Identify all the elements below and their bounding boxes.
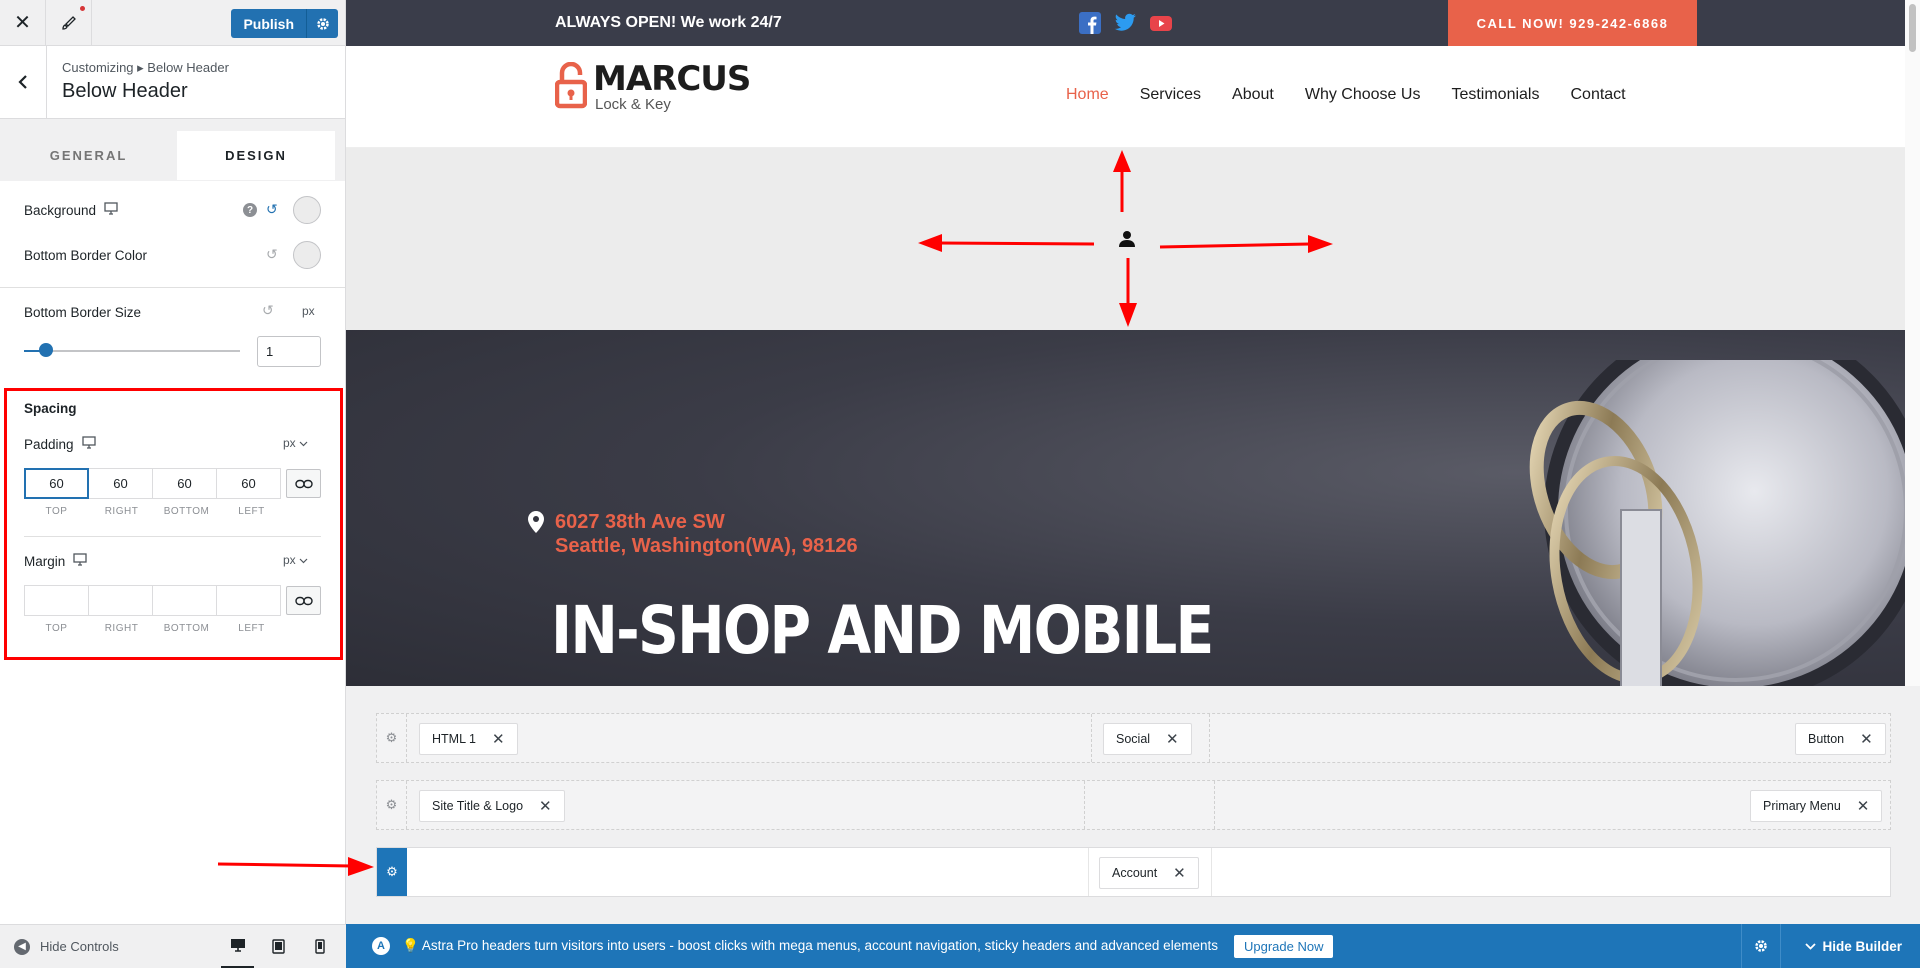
builder-row-below-header[interactable]: ⚙ Account ✕ [376, 847, 1891, 897]
map-pin-icon [528, 511, 544, 533]
nav-why-choose-us[interactable]: Why Choose Us [1305, 86, 1421, 104]
topbar-text: ALWAYS OPEN! We work 24/7 [555, 14, 782, 31]
youtube-icon[interactable] [1149, 12, 1173, 34]
hero-banner: 6027 38th Ave SW Seattle, Washington(WA)… [346, 330, 1905, 686]
builder-row-above-header[interactable]: ⚙ HTML 1 ✕ Social ✕ Button ✕ [376, 713, 1891, 763]
nav-about[interactable]: About [1232, 86, 1274, 104]
bottom-border-color-label: Bottom Border Color [24, 247, 148, 263]
builder-chip-account[interactable]: Account ✕ [1099, 857, 1199, 889]
user-account-icon[interactable] [1118, 230, 1136, 248]
builder-settings-gear-icon[interactable] [1741, 924, 1781, 968]
upgrade-now-button[interactable]: Upgrade Now [1233, 934, 1334, 958]
remove-icon[interactable]: ✕ [1857, 797, 1870, 815]
background-row: Background ? ↺ [24, 196, 321, 224]
builder-chip-html-1[interactable]: HTML 1 ✕ [419, 723, 518, 755]
builder-chip-button[interactable]: Button ✕ [1795, 723, 1886, 755]
padlock-icon [555, 62, 587, 109]
border-size-slider-track[interactable] [24, 350, 240, 352]
padding-top-input[interactable]: 60 [24, 468, 89, 499]
builder-chip-social[interactable]: Social ✕ [1103, 723, 1192, 755]
tablet-icon[interactable] [262, 925, 295, 968]
social-icons [1079, 12, 1173, 34]
key-lock-image [1529, 360, 1905, 686]
background-color-swatch[interactable] [293, 196, 321, 224]
hide-builder-button[interactable]: Hide Builder [1805, 939, 1902, 954]
border-size-input[interactable]: 1 [257, 336, 321, 367]
desktop-icon[interactable] [221, 925, 254, 968]
bottom-border-size-row: Bottom Border Size ↺ px [24, 302, 321, 322]
border-size-slider-handle[interactable] [39, 343, 53, 357]
site-topbar: ALWAYS OPEN! We work 24/7 CALL NOW! 929-… [346, 0, 1905, 46]
remove-icon[interactable]: ✕ [492, 730, 505, 748]
remove-icon[interactable]: ✕ [1166, 730, 1179, 748]
nav-services[interactable]: Services [1140, 86, 1201, 104]
logo-title: MARCUS [593, 59, 751, 99]
nav-home[interactable]: Home [1066, 86, 1109, 104]
reset-icon[interactable]: ↺ [266, 201, 278, 218]
nav-testimonials[interactable]: Testimonials [1451, 86, 1539, 104]
hero-title: IN-SHOP AND MOBILE [551, 592, 1214, 669]
site-header: MARCUS Lock & Key Home Services About Wh… [346, 46, 1905, 148]
background-label: Background [24, 202, 97, 218]
below-header-section[interactable] [346, 148, 1905, 330]
design-panel: Background ? ↺ Bottom Border Color ↺ Bot… [0, 0, 345, 924]
astra-logo-icon: A [372, 937, 390, 955]
nav-contact[interactable]: Contact [1570, 86, 1625, 104]
bottom-border-color-swatch[interactable] [293, 241, 321, 269]
remove-icon[interactable]: ✕ [1860, 730, 1873, 748]
twitter-icon[interactable] [1113, 12, 1137, 34]
shop-address: 6027 38th Ave SW Seattle, Washington(WA)… [527, 510, 858, 558]
builder-row-primary-header[interactable]: ⚙ Site Title & Logo ✕ Primary Menu ✕ [376, 780, 1891, 830]
scroll-thumb[interactable] [1909, 4, 1916, 52]
reset-icon[interactable]: ↺ [262, 302, 274, 319]
sidebar-footer: ◀ Hide Controls [0, 924, 346, 968]
hide-controls-button[interactable]: ◀ Hide Controls [14, 938, 119, 955]
preview-scrollbar[interactable] [1905, 0, 1920, 686]
builder-chip-primary-menu[interactable]: Primary Menu ✕ [1750, 790, 1883, 822]
site-logo[interactable]: MARCUS Lock & Key [555, 59, 751, 113]
row-settings-gear-icon[interactable]: ⚙ [377, 781, 407, 829]
header-builder: ⚙ HTML 1 ✕ Social ✕ Button ✕ ⚙ Site Title &… [346, 686, 1920, 924]
facebook-icon[interactable] [1079, 12, 1101, 34]
bottom-border-color-row: Bottom Border Color ↺ [24, 240, 321, 270]
customizer-sidebar: ✕ Publish Customizing ▸ Below Header Bel… [0, 0, 346, 968]
row-settings-gear-icon[interactable]: ⚙ [377, 714, 407, 762]
site-preview: ALWAYS OPEN! We work 24/7 CALL NOW! 929-… [346, 0, 1920, 924]
row-settings-gear-icon[interactable]: ⚙ [377, 848, 407, 896]
remove-icon[interactable]: ✕ [1173, 864, 1186, 882]
builder-chip-site-title-logo[interactable]: Site Title & Logo ✕ [419, 790, 565, 822]
spacing-highlight-box [4, 388, 343, 660]
astra-pro-notice-bar: A 💡 Astra Pro headers turn visitors into… [346, 924, 1920, 968]
monitor-icon[interactable] [104, 202, 118, 218]
primary-menu: Home Services About Why Choose Us Testim… [1066, 86, 1626, 104]
reset-icon[interactable]: ↺ [266, 246, 278, 263]
remove-icon[interactable]: ✕ [539, 797, 552, 815]
collapse-icon: ◀ [14, 938, 30, 955]
pro-notice-text: 💡 Astra Pro headers turn visitors into u… [402, 938, 1218, 953]
unit-label: px [302, 304, 315, 318]
bottom-border-size-label: Bottom Border Size [24, 304, 142, 320]
help-icon[interactable]: ? [243, 203, 257, 217]
device-switcher [221, 925, 336, 968]
address-line-2: Seattle, Washington(WA), 98126 [555, 535, 858, 557]
chevron-down-icon [1805, 942, 1817, 950]
call-now-button[interactable]: CALL NOW! 929-242-6868 [1448, 0, 1697, 46]
address-line-1: 6027 38th Ave SW [555, 511, 725, 533]
mobile-icon[interactable] [303, 925, 336, 968]
divider [0, 287, 345, 288]
